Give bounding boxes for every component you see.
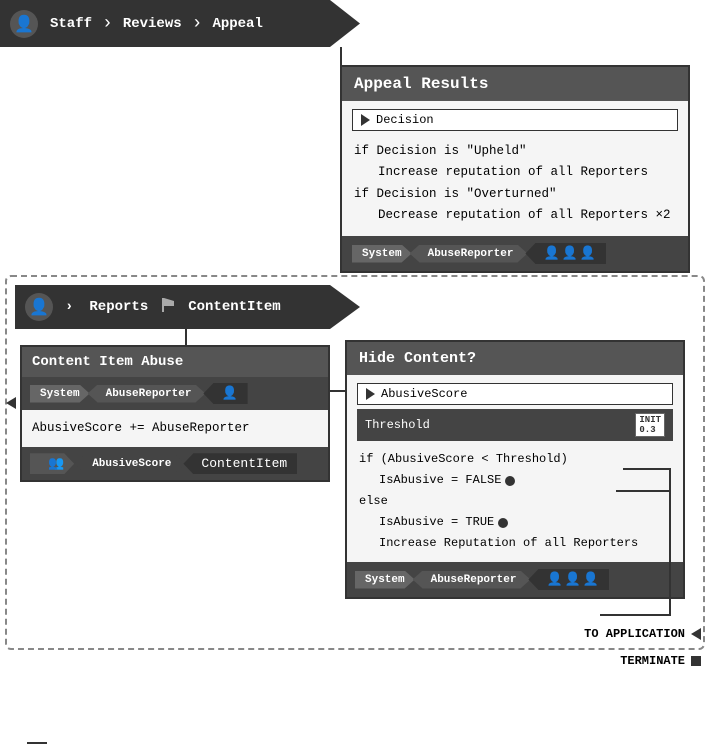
connector-v-top [340, 47, 342, 65]
breadcrumb-appeal: Appeal [204, 16, 270, 32]
content-body: AbusiveScore += AbuseReporter [22, 410, 328, 447]
abusive-label: AbusiveScore [381, 387, 467, 401]
terminate-text: TERMINATE [620, 654, 685, 668]
to-application-label: TO APPLICATION [584, 627, 701, 641]
content-item-abuse-card: Content Item Abuse System AbuseReporter … [20, 345, 330, 482]
appeal-footer-users: 👤 👤 👤 [525, 243, 606, 264]
appeal-footer-system: System [352, 245, 412, 263]
bottom-staff-icon: 👤 [25, 293, 53, 321]
hide-line-2-text: IsAbusive = FALSE [379, 470, 501, 491]
false-connector-h2 [600, 614, 671, 616]
hide-line-1: if (AbusiveScore < Threshold) [359, 449, 671, 470]
breadcrumb-staff: Staff [42, 16, 100, 32]
bottom-breadcrumb-staff: › [57, 299, 81, 315]
hide-user-icon-3: 👤 [583, 572, 599, 587]
to-application-arrow [691, 628, 701, 640]
bottom-breadcrumb-bar: 👤 › Reports ContentItem [15, 285, 360, 329]
appeal-footer-abusereporter: AbuseReporter [410, 245, 528, 263]
hide-system-chip: System [355, 571, 415, 589]
content-users-icon: 👥 [48, 456, 64, 471]
flag-icon [160, 297, 176, 313]
content-top-footer: System AbuseReporter 👤 [22, 377, 328, 410]
content-user-icon: 👤 [221, 386, 237, 401]
left-arrow-indicator [6, 397, 16, 409]
content-contentitem-chip: ContentItem [183, 453, 297, 474]
breadcrumb-sep-2: › [192, 14, 203, 34]
threshold-label: Threshold [365, 418, 430, 432]
hide-footer: System AbuseReporter 👤 👤 👤 [347, 562, 683, 597]
arrow-right-icon [6, 397, 16, 409]
flag-container [160, 297, 176, 317]
threshold-bar[interactable]: Threshold INIT0.3 [357, 409, 673, 441]
hide-body: if (AbusiveScore < Threshold) IsAbusive … [347, 445, 683, 562]
appeal-results-card: Appeal Results Decision if Decision is "… [340, 65, 690, 273]
bottom-breadcrumb-reports: Reports [81, 299, 156, 315]
hide-user-icon-1: 👤 [546, 572, 562, 587]
content-abusereporter-chip: AbuseReporter [88, 385, 206, 403]
appeal-line-1: if Decision is "Upheld" [354, 141, 676, 162]
to-application-text: TO APPLICATION [584, 627, 685, 641]
hide-line-2: IsAbusive = FALSE [359, 470, 671, 491]
user-icon-1: 👤 [543, 246, 559, 261]
play-icon-hide [366, 388, 375, 400]
appeal-body: if Decision is "Upheld" Increase reputat… [342, 135, 688, 236]
hide-line-3: else [359, 491, 671, 512]
appeal-line-2: Increase reputation of all Reporters [354, 162, 676, 183]
hide-card-title: Hide Content? [347, 342, 683, 375]
hide-user-icon-2: 👤 [565, 572, 581, 587]
appeal-card-title: Appeal Results [342, 67, 688, 101]
play-icon [361, 114, 370, 126]
top-breadcrumb-bar: 👤 Staff › Reviews › Appeal [0, 0, 360, 47]
content-system-chip: System [30, 385, 90, 403]
hide-line-5: Increase Reputation of all Reporters [359, 533, 671, 554]
threshold-badge: INIT0.3 [635, 413, 665, 437]
hide-line-4: IsAbusive = TRUE [359, 512, 671, 533]
user-icon-3: 👤 [580, 246, 596, 261]
bottom-breadcrumb-contentitem: ContentItem [180, 299, 288, 315]
user-icon-2: 👤 [562, 246, 578, 261]
hide-line-4-text: IsAbusive = TRUE [379, 512, 494, 533]
appeal-line-3: if Decision is "Overturned" [354, 184, 676, 205]
appeal-line-4: Decrease reputation of all Reporters ×2 [354, 205, 676, 226]
abusive-bar[interactable]: AbusiveScore [357, 383, 673, 405]
content-card-title: Content Item Abuse [22, 347, 328, 377]
appeal-footer: System AbuseReporter 👤 👤 👤 [342, 236, 688, 271]
content-bottom-footer: 👥 AbusiveScore ContentItem [22, 447, 328, 480]
false-dot [505, 476, 515, 486]
content-user-chip: 👤 [203, 383, 247, 404]
true-connector-h [616, 490, 671, 492]
hide-abusereporter-chip: AbuseReporter [413, 571, 531, 589]
true-dot [498, 518, 508, 528]
terminate-square [691, 656, 701, 666]
staff-icon: 👤 [10, 10, 38, 38]
content-abusivescore-chip: AbusiveScore [74, 455, 185, 473]
hide-users-chip: 👤 👤 👤 [528, 569, 609, 590]
decision-label: Decision [376, 113, 434, 127]
terminate-label: TERMINATE [620, 654, 701, 668]
content-users-chip: 👥 [30, 453, 74, 474]
breadcrumb-reviews: Reviews [115, 16, 190, 32]
false-connector-h [623, 468, 671, 470]
breadcrumb-sep-1: › [102, 14, 113, 34]
decision-bar[interactable]: Decision [352, 109, 678, 131]
